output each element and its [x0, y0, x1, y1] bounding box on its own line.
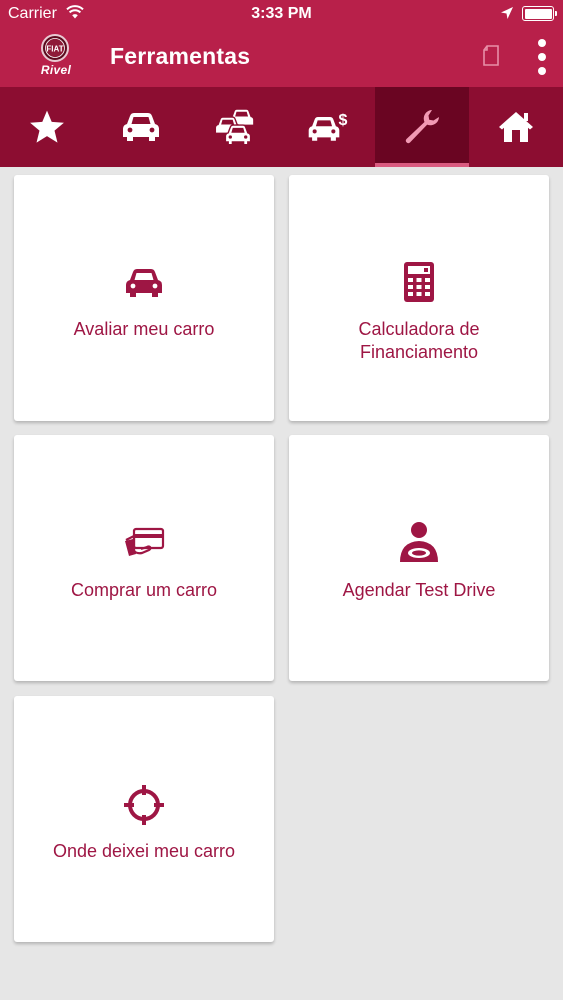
card-label-line-1: Calculadora de	[358, 319, 480, 339]
card-label: Comprar um carro	[70, 580, 218, 600]
star-icon	[30, 110, 64, 143]
card-test-drive[interactable]: Agendar Test Drive	[289, 435, 549, 681]
card-finance-calculator[interactable]: Calculadora de Financiamento	[289, 175, 549, 421]
cars-icon	[214, 108, 255, 146]
app-header: Carrier 3:33 PM FIAT Rivel Ferramentas	[0, 0, 563, 87]
crosshair-icon	[124, 785, 164, 825]
calculator-icon	[404, 262, 434, 302]
location-arrow-icon	[501, 7, 513, 19]
card-evaluate-car[interactable]: Avaliar meu carro	[14, 175, 274, 421]
tab-bar: $	[0, 87, 563, 167]
status-time: 3:33 PM	[251, 5, 312, 22]
home-icon	[499, 112, 534, 142]
card-label: Avaliar meu carro	[73, 319, 215, 339]
tab-car-sales[interactable]: $	[281, 87, 375, 167]
car-icon	[126, 269, 162, 297]
wrench-icon	[405, 110, 440, 144]
more-vertical-icon[interactable]	[532, 38, 552, 76]
car-dollar-icon: $	[309, 112, 348, 141]
tab-favorites[interactable]	[0, 87, 94, 167]
car-icon	[122, 113, 159, 141]
svg-text:FIAT: FIAT	[46, 45, 63, 54]
document-icon[interactable]	[481, 44, 501, 68]
svg-text:$: $	[339, 112, 348, 129]
tab-used-cars[interactable]	[188, 87, 282, 167]
driver-icon	[400, 522, 438, 562]
status-bar: Carrier 3:33 PM	[0, 0, 563, 30]
tab-new-cars[interactable]	[94, 87, 188, 167]
card-label: Onde deixei meu carro	[52, 841, 236, 861]
tab-home[interactable]	[469, 87, 563, 167]
tab-tools[interactable]	[375, 87, 470, 167]
card-label: Agendar Test Drive	[342, 580, 496, 600]
card-payment-icon	[125, 527, 165, 556]
page-title: Ferramentas	[110, 43, 251, 69]
battery-icon	[522, 6, 557, 21]
card-label-line-2: Financiamento	[359, 342, 479, 362]
card-buy-car[interactable]: Comprar um carro	[14, 435, 274, 681]
card-find-car[interactable]: Onde deixei meu carro	[14, 696, 274, 942]
logo-text: Rivel	[40, 63, 72, 77]
